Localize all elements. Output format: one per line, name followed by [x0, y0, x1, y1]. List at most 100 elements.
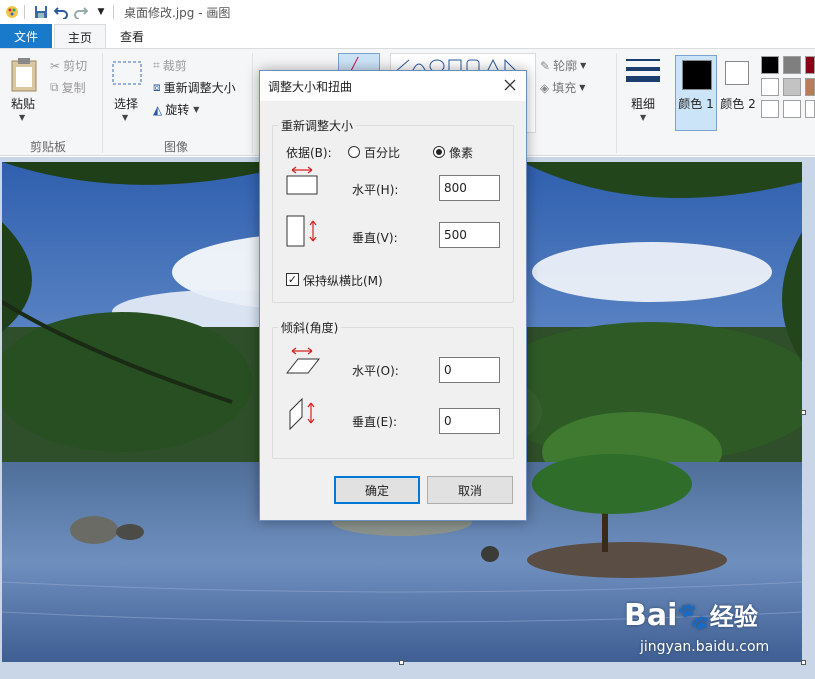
resize-skew-dialog: 调整大小和扭曲 重新调整大小 依据(B): 百分比 像素 水平(H): 800 … [259, 70, 527, 521]
crop-icon: ⌗ [153, 58, 160, 72]
resize-label: 重新调整大小 [163, 81, 236, 95]
resize-icon: ⧈ [153, 80, 161, 94]
paste-button[interactable] [10, 57, 38, 93]
percent-label[interactable]: 百分比 [364, 144, 400, 161]
paste-dropdown-arrow[interactable]: ▼ [19, 113, 25, 122]
percent-radio[interactable] [348, 146, 360, 158]
crop-button[interactable]: ⌗ 裁剪 [153, 57, 187, 74]
by-label: 依据(B): [286, 146, 332, 160]
vertical-skew-icon [288, 397, 322, 434]
group-divider [102, 53, 103, 153]
chevron-down-icon: ▼ [580, 61, 587, 70]
resize-handle-right[interactable] [801, 410, 806, 415]
skew-horizontal-input[interactable]: 0 [439, 357, 500, 383]
divider [113, 5, 114, 19]
tab-file[interactable]: 文件 [0, 24, 52, 48]
vertical-resize-icon [286, 215, 320, 252]
paint-app-icon[interactable] [4, 4, 20, 20]
pixels-label[interactable]: 像素 [449, 144, 473, 161]
dialog-title: 调整大小和扭曲 [268, 79, 353, 94]
redo-icon[interactable] [73, 4, 89, 20]
resize-handle-bottom[interactable] [399, 660, 404, 665]
palette-swatch[interactable] [805, 78, 815, 96]
color2-swatch [725, 61, 749, 85]
palette-swatch[interactable] [761, 78, 779, 96]
palette-swatch[interactable] [761, 100, 779, 118]
rotate-label: 旋转 [165, 103, 190, 117]
color1-label: 颜色 1 [678, 97, 714, 111]
dialog-title-bar: 调整大小和扭曲 [260, 71, 526, 101]
outline-icon: ✎ [540, 58, 551, 73]
palette-swatch[interactable] [805, 100, 815, 118]
cancel-button[interactable]: 取消 [427, 476, 513, 504]
brush-icon: ╱ [351, 57, 359, 71]
tab-home[interactable]: 主页 [54, 24, 106, 49]
skew-legend: 倾斜(角度) [278, 319, 342, 336]
keep-ratio-checkbox[interactable]: ✓ [286, 273, 299, 286]
copy-icon: ⧉ [50, 80, 59, 94]
line-thickness-icon [626, 59, 660, 82]
color1-button[interactable] [675, 55, 717, 131]
close-icon[interactable] [502, 77, 518, 93]
skew-vertical-input[interactable]: 0 [439, 408, 500, 434]
palette-swatch[interactable] [805, 56, 815, 74]
crop-label: 裁剪 [162, 59, 187, 73]
customize-toolbar-icon[interactable]: ▼ [93, 4, 109, 20]
cut-label: 剪切 [63, 59, 88, 73]
clipboard-group-label: 剪贴板 [30, 140, 67, 154]
size-dropdown-arrow[interactable]: ▼ [640, 113, 646, 122]
size-button[interactable] [626, 57, 660, 87]
outline-label: 轮廓 [553, 59, 578, 73]
horizontal-resize-input[interactable]: 800 [439, 175, 500, 201]
tab-view[interactable]: 查看 [106, 24, 158, 49]
pixels-radio[interactable] [433, 146, 445, 158]
palette-swatch[interactable] [761, 56, 779, 74]
rotate-button[interactable]: ◭ 旋转 ▼ [153, 101, 199, 118]
title-bar: ▼ 桌面修改.jpg - 画图 [0, 0, 815, 24]
color2-label: 颜色 2 [720, 97, 756, 111]
keep-ratio-label[interactable]: 保持纵横比(M) [303, 272, 383, 289]
rotate-icon: ◭ [153, 102, 163, 117]
image-group-label: 图像 [164, 140, 189, 154]
baidu-logo: Bai🐾经验 [624, 597, 758, 633]
skew-vertical-label: 垂直(E): [352, 415, 397, 429]
fill-bucket-icon: ◈ [540, 80, 550, 95]
select-dropdown-arrow[interactable]: ▼ [122, 113, 128, 122]
clipboard-icon [11, 58, 37, 92]
group-divider [616, 53, 617, 153]
select-button[interactable] [112, 61, 142, 85]
copy-label: 复制 [61, 81, 86, 95]
horizontal-resize-icon [286, 166, 320, 199]
paste-label: 粘贴 [10, 97, 35, 111]
palette-swatch[interactable] [783, 100, 801, 118]
vertical-resize-input[interactable]: 500 [439, 222, 500, 248]
selection-rect-icon [112, 61, 142, 85]
watermark-brand-suffix: 经验 [709, 603, 758, 631]
resize-legend: 重新调整大小 [278, 117, 357, 134]
horizontal-label: 水平(H): [352, 183, 399, 197]
save-icon[interactable] [33, 4, 49, 20]
horizontal-skew-icon [285, 347, 322, 380]
skew-horizontal-label: 水平(O): [352, 364, 399, 378]
color2-button[interactable] [720, 55, 756, 131]
group-divider [252, 53, 253, 153]
copy-button[interactable]: ⧉ 复制 [50, 79, 86, 96]
ok-button[interactable]: 确定 [334, 476, 420, 504]
scissors-icon: ✂ [50, 58, 61, 73]
resize-handle-corner[interactable] [801, 660, 806, 665]
paw-icon: 🐾 [677, 602, 710, 632]
ribbon-tabs: 文件 主页 查看 [0, 24, 815, 49]
cut-button[interactable]: ✂ 剪切 [50, 57, 87, 74]
palette-swatch[interactable] [783, 78, 801, 96]
outline-button[interactable]: ✎ 轮廓 ▼ [540, 57, 586, 74]
watermark-url: jingyan.baidu.com [640, 639, 770, 655]
chevron-down-icon: ▼ [579, 83, 586, 92]
undo-icon[interactable] [53, 4, 69, 20]
divider [24, 5, 25, 19]
size-label: 粗细 [630, 97, 655, 111]
resize-button[interactable]: ⧈ 重新调整大小 [153, 79, 236, 96]
vertical-label: 垂直(V): [352, 231, 398, 245]
palette-swatch[interactable] [783, 56, 801, 74]
color1-swatch [682, 60, 712, 90]
fill-button[interactable]: ◈ 填充 ▼ [540, 79, 585, 96]
